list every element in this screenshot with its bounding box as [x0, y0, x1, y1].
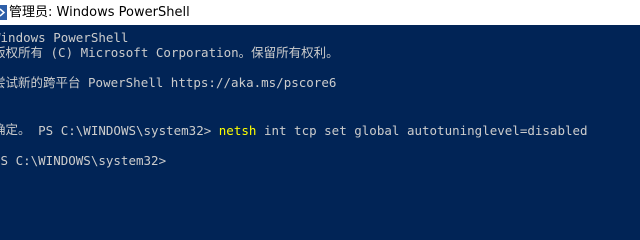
title-bar[interactable]: 管理员: Windows PowerShell — [0, 0, 640, 25]
console-prompt-current[interactable]: PS C:\WINDOWS\system32> — [0, 153, 166, 169]
console-command-result: 确定。 — [0, 122, 31, 137]
command-arguments: int tcp set global autotuninglevel=disab… — [263, 123, 588, 138]
powershell-window: 管理员: Windows PowerShell Windows PowerShe… — [0, 0, 640, 201]
console-line-banner: Windows PowerShell — [0, 30, 129, 45]
window-title: 管理员: Windows PowerShell — [9, 5, 190, 20]
console-line-copyright: 版权所有 (C) Microsoft Corporation。保留所有权利。 — [0, 45, 339, 60]
console-command-line: PS C:\WINDOWS\system32> netsh int tcp se… — [0, 107, 587, 138]
command-name: netsh — [218, 123, 257, 138]
console-prompt: PS C:\WINDOWS\system32> — [38, 123, 212, 138]
console-output[interactable]: Windows PowerShell 版权所有 (C) Microsoft Co… — [0, 25, 640, 201]
console-line-pscore-hint: 尝试新的跨平台 PowerShell https://aka.ms/pscore… — [0, 75, 337, 90]
powershell-icon — [0, 5, 7, 20]
